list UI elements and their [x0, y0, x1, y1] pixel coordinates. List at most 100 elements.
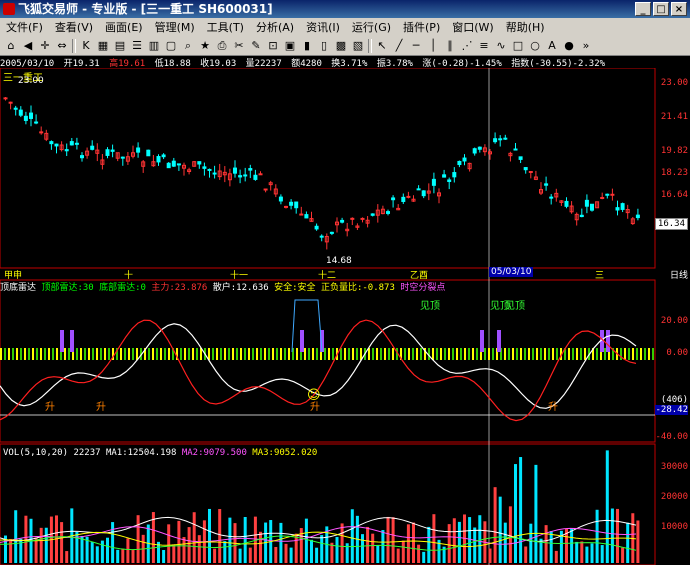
arrow-icon[interactable]: ↖ [375, 39, 389, 53]
layout-icon[interactable]: ▣ [283, 39, 297, 53]
candle-body [146, 149, 151, 157]
candle-body [243, 174, 248, 177]
wave-icon[interactable]: ∿ [494, 39, 508, 53]
title-bar: 飞狐交易师 - 专业版 - [三一重工 SH600031] _ □ × [0, 0, 690, 18]
radar-bar [508, 348, 510, 360]
indicator-value: 时空分裂点 [400, 283, 446, 293]
marker-icon[interactable]: ● [562, 39, 576, 53]
menu-screen[interactable]: 画面(E) [99, 19, 149, 35]
menu-analysis[interactable]: 分析(A) [250, 19, 300, 35]
back-icon[interactable]: ◀ [21, 39, 35, 53]
radar-bar [524, 348, 526, 360]
candle-body [212, 172, 217, 175]
radar-bracket [291, 299, 323, 353]
volume-bar [585, 546, 589, 563]
radar-bar [324, 348, 326, 360]
menu-run[interactable]: 运行(G) [346, 19, 397, 35]
vline-icon[interactable]: │ [426, 39, 440, 53]
volume-bar [238, 548, 242, 563]
radar-bar [460, 348, 462, 360]
fan-icon[interactable]: ⋰ [460, 39, 474, 53]
cut-icon[interactable]: ✂ [232, 39, 246, 53]
close-button[interactable]: × [671, 2, 687, 16]
radar-bar [620, 348, 622, 360]
period-icon[interactable]: K [79, 39, 93, 53]
period-label[interactable]: 日线 [670, 268, 688, 281]
candle-body [166, 162, 171, 169]
radar-bar [28, 348, 30, 360]
radar-bar [384, 348, 386, 360]
lock-icon[interactable]: ⊡ [266, 39, 280, 53]
indicator-cursor-value2: -28.42 [655, 405, 688, 415]
grid-icon[interactable]: ▦ [96, 39, 110, 53]
candle-body [406, 195, 411, 198]
minimize-button[interactable]: _ [635, 2, 651, 16]
fib-icon[interactable]: ≡ [477, 39, 491, 53]
rect-icon[interactable]: □ [511, 39, 525, 53]
volume-bar [65, 551, 69, 563]
candle-body [360, 217, 365, 220]
menu-view[interactable]: 查看(V) [49, 19, 99, 35]
radar-bar [644, 348, 646, 360]
pan-icon[interactable]: ⇔ [55, 39, 69, 53]
volume-bar [381, 530, 385, 563]
radar-bar [288, 348, 290, 360]
find-icon[interactable]: ⌕ [181, 39, 195, 53]
volume-bar [192, 512, 196, 563]
volume-bar [131, 549, 135, 563]
star-icon[interactable]: ★ [198, 39, 212, 53]
crosshair-icon[interactable]: ✛ [38, 39, 52, 53]
layers-icon[interactable]: ▧ [351, 39, 365, 53]
line-icon[interactable]: ╱ [392, 39, 406, 53]
ticker-icon[interactable]: ▯ [317, 39, 331, 53]
radar-bar [624, 348, 626, 360]
home-icon[interactable]: ⌂ [4, 39, 18, 53]
volume-bar [95, 546, 99, 563]
menu-tools[interactable]: 工具(T) [201, 19, 250, 35]
menu-plugin[interactable]: 插件(P) [397, 19, 446, 35]
candle-body [110, 149, 115, 152]
volume-bar [626, 522, 630, 563]
volume-bar [259, 531, 262, 563]
parallel-icon[interactable]: ∥ [443, 39, 457, 53]
radar-bar [184, 348, 186, 360]
menu-help[interactable]: 帮助(H) [500, 19, 551, 35]
radar-bar [412, 348, 414, 360]
list-icon[interactable]: ☰ [130, 39, 144, 53]
pen-icon[interactable]: ✎ [249, 39, 263, 53]
volume-bar [514, 464, 517, 563]
window-icon[interactable]: ▢ [164, 39, 178, 53]
indicator-axis-label: -40.00 [655, 432, 688, 442]
chart-area[interactable] [0, 68, 690, 565]
menu-window[interactable]: 窗口(W) [446, 19, 499, 35]
circle-icon[interactable]: ○ [528, 39, 542, 53]
candle-body [523, 167, 528, 171]
more-icon[interactable]: » [579, 39, 593, 53]
maximize-button[interactable]: □ [653, 2, 669, 16]
text-icon[interactable]: A [545, 39, 559, 53]
hline-icon[interactable]: ─ [409, 39, 423, 53]
volume-bar [549, 531, 553, 563]
radar-bar [284, 348, 286, 360]
volume-bar [289, 547, 293, 563]
radar-bar [568, 348, 570, 360]
radar-bar [212, 348, 214, 360]
print-icon[interactable]: ⎙ [215, 39, 229, 53]
candle-body [386, 211, 390, 214]
radar-bar [164, 348, 166, 360]
bars-icon[interactable]: ▮ [300, 39, 314, 53]
volume-bar [361, 534, 364, 563]
candle-body [156, 156, 161, 163]
menu-manage[interactable]: 管理(M) [149, 19, 201, 35]
menu-file[interactable]: 文件(F) [0, 19, 49, 35]
volume-bar [121, 548, 125, 563]
radar-bar [512, 348, 514, 360]
volume-bar [503, 522, 507, 563]
table-icon[interactable]: ▥ [147, 39, 161, 53]
last-price-tag: 16.34 [654, 218, 688, 230]
volume-bar [75, 531, 79, 563]
indicator-frame [0, 279, 656, 443]
menu-info[interactable]: 资讯(I) [300, 19, 346, 35]
grid2-icon[interactable]: ▩ [334, 39, 348, 53]
chart-icon[interactable]: ▤ [113, 39, 127, 53]
